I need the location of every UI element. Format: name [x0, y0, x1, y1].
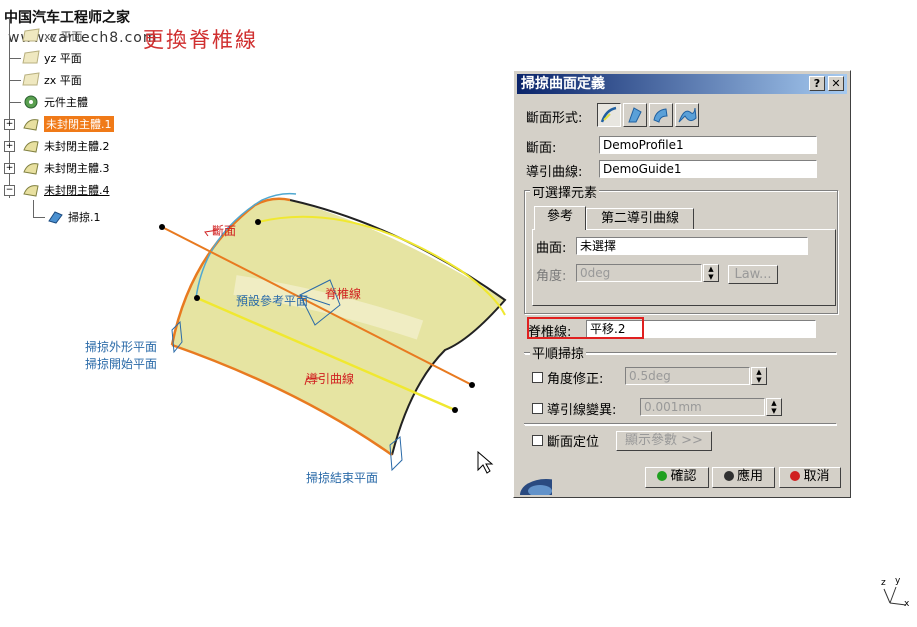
surface-field[interactable]: 未選擇 [576, 237, 808, 255]
apply-button[interactable]: 應用 [712, 467, 775, 488]
section-position-label: 斷面定位 [547, 435, 600, 450]
profile-type-conic-button[interactable] [675, 103, 699, 127]
profile-type-label: 斷面形式: [526, 111, 583, 126]
section-field[interactable]: DemoProfile1 [599, 136, 817, 154]
sweep-surface-dialog: 掃掠曲面定義 ? ✕ 斷面形式: 斷面: DemoProfile1 導引曲線: … [513, 70, 851, 511]
conic-sweep-icon [678, 107, 697, 123]
label-sweep-end-plane: 掃掠結束平面 [306, 471, 379, 485]
line-sweep-icon [628, 107, 642, 123]
angle-correction-field[interactable]: 0.5deg [625, 367, 750, 385]
globe-icon [516, 469, 572, 511]
deviation-label: 導引線變異: [547, 403, 617, 418]
guide-curve-field[interactable]: DemoGuide1 [599, 160, 817, 178]
surface-label: 曲面: [536, 241, 567, 256]
ok-icon [657, 471, 668, 481]
cancel-button[interactable]: 取消 [779, 467, 841, 488]
angle-spinner[interactable]: ▲ ▼ [703, 264, 719, 282]
label-sweep-start-plane: 掃掠開始平面 [85, 357, 158, 371]
close-button[interactable]: ✕ [828, 76, 844, 91]
dialog-title: 掃掠曲面定義 [521, 76, 605, 92]
profile-type-circle-button[interactable] [649, 103, 673, 127]
apply-icon [723, 471, 734, 481]
section-label: 斷面: [526, 141, 557, 156]
profile-type-line-button[interactable] [623, 103, 647, 127]
angle-label: 角度: [536, 269, 567, 284]
tab-reference[interactable]: 參考 [534, 206, 586, 230]
label-spine: 脊椎線 [325, 287, 362, 301]
angle-correction-label: 角度修正: [547, 372, 604, 387]
profile-type-explicit-button[interactable] [597, 103, 621, 127]
mouse-cursor-icon [477, 450, 494, 474]
optional-elements-title: 可選擇元素 [530, 182, 600, 201]
show-params-button[interactable]: 顯示參數 >> [616, 431, 712, 451]
ok-button[interactable]: 確認 [645, 467, 709, 488]
deviation-field[interactable]: 0.001mm [640, 398, 765, 416]
cancel-icon [790, 471, 801, 481]
angle-correction-spinner[interactable]: ▲ ▼ [751, 367, 767, 385]
separator [524, 423, 836, 425]
dialog-title-bar[interactable]: 掃掠曲面定義 ? ✕ [517, 74, 847, 94]
smooth-sweep-title: 平順掃掠 [530, 343, 587, 362]
angle-field[interactable]: 0deg [576, 264, 702, 282]
label-sweep-profile-plane: 掃掠外形平面 [85, 340, 158, 354]
spine-highlight-box [527, 317, 644, 339]
section-position-checkbox[interactable] [532, 435, 543, 446]
explicit-sweep-icon [600, 106, 617, 123]
label-guide-curve: 導引曲線 [306, 372, 355, 386]
tab-second-guide[interactable]: 第二導引曲線 [586, 208, 694, 230]
deviation-spinner[interactable]: ▲ ▼ [766, 398, 782, 416]
guide-curve-label: 導引曲線: [526, 165, 583, 180]
label-default-ref-plane: 預設參考平面 [236, 294, 309, 308]
label-section: 斷面 [212, 224, 237, 238]
help-button[interactable]: ? [809, 76, 825, 91]
deviation-checkbox[interactable] [532, 403, 543, 414]
law-button[interactable]: Law... [728, 265, 778, 284]
angle-correction-checkbox[interactable] [532, 372, 543, 383]
axis-compass[interactable]: z y x [878, 575, 910, 609]
circle-sweep-icon [653, 108, 668, 123]
